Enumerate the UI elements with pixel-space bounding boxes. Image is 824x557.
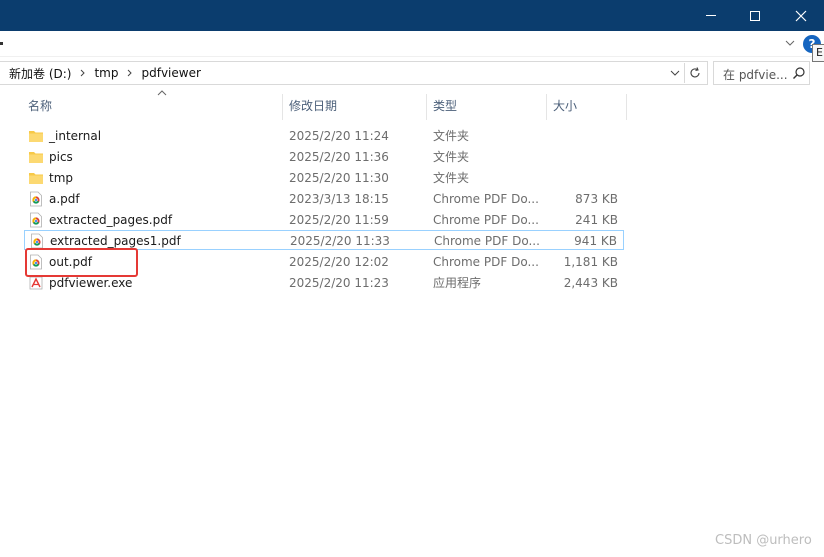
maximize-button[interactable]	[732, 0, 778, 31]
search-input[interactable]: 在 pdfvie...	[713, 61, 810, 85]
file-size: 241 KB	[575, 213, 618, 227]
file-type: 应用程序	[433, 276, 482, 290]
file-row[interactable]: a.pdf 2023/3/13 18:15 Chrome PDF Do... 873 …	[24, 189, 624, 209]
file-type: Chrome PDF Do...	[433, 213, 539, 227]
chevron-down-icon	[785, 40, 795, 46]
file-name[interactable]: a.pdf	[49, 189, 80, 209]
file-size: 941 KB	[574, 234, 617, 248]
breadcrumb: 新加卷 (D:) tmp pdfviewer	[9, 62, 201, 84]
file-row[interactable]: _internal 2025/2/20 11:24 文件夹	[24, 126, 624, 146]
file-name[interactable]: pics	[49, 147, 73, 167]
ribbon-expand-button[interactable]	[784, 36, 796, 50]
file-modified-date: 2025/2/20 11:23	[289, 276, 389, 290]
close-icon	[795, 10, 807, 21]
search-placeholder: 在 pdfvie...	[723, 68, 788, 82]
chrome-pdf-icon	[28, 191, 44, 207]
refresh-button[interactable]	[684, 63, 704, 83]
address-history-dropdown[interactable]	[668, 66, 682, 80]
folder-icon	[28, 149, 44, 165]
column-divider[interactable]	[426, 94, 427, 120]
file-name[interactable]: extracted_pages.pdf	[49, 210, 172, 230]
file-modified-date: 2025/2/20 11:33	[290, 234, 390, 248]
file-size: 873 KB	[575, 192, 618, 206]
breadcrumb-pdfviewer[interactable]: pdfviewer	[141, 66, 200, 80]
file-row[interactable]: pics 2025/2/20 11:36 文件夹	[24, 147, 624, 167]
file-size: 2,443 KB	[563, 276, 618, 290]
chrome-pdf-icon	[28, 212, 44, 228]
ribbon: ?	[0, 31, 824, 57]
file-type: 文件夹	[433, 150, 470, 164]
close-button[interactable]	[778, 0, 824, 31]
address-bar[interactable]: 新加卷 (D:) tmp pdfviewer	[0, 61, 708, 85]
file-type: Chrome PDF Do...	[433, 192, 539, 206]
column-divider[interactable]	[546, 94, 547, 120]
file-row[interactable]: extracted_pages.pdf 2025/2/20 11:59 Chrome…	[24, 210, 624, 230]
file-name[interactable]: _internal	[49, 126, 101, 146]
file-type: Chrome PDF Do...	[433, 255, 539, 269]
file-modified-date: 2025/2/20 11:24	[289, 129, 389, 143]
column-divider[interactable]	[282, 94, 283, 120]
column-header-size[interactable]: 大小	[553, 96, 577, 116]
navigation-pane[interactable]	[0, 90, 10, 557]
file-type: 文件夹	[433, 129, 470, 143]
minimize-icon	[706, 15, 716, 16]
file-modified-date: 2025/2/20 11:36	[289, 150, 389, 164]
column-header-date[interactable]: 修改日期	[289, 96, 337, 116]
breadcrumb-chevron-icon[interactable]	[80, 69, 86, 77]
minimize-button[interactable]	[688, 0, 734, 31]
breadcrumb-drive[interactable]: 新加卷 (D:)	[9, 65, 71, 82]
breadcrumb-tmp[interactable]: tmp	[94, 66, 118, 80]
column-divider[interactable]	[626, 94, 627, 120]
chevron-down-icon	[670, 70, 680, 76]
file-row[interactable]: extracted_pages1.pdf 2025/2/20 11:33 Chrom…	[24, 230, 624, 250]
watermark: CSDN @urhero	[715, 533, 812, 548]
file-type: Chrome PDF Do...	[434, 234, 540, 248]
file-row[interactable]: tmp 2025/2/20 11:30 文件夹	[24, 168, 624, 188]
exe-icon	[28, 275, 44, 291]
title-bar	[0, 0, 824, 31]
chrome-pdf-icon	[29, 233, 45, 249]
file-name[interactable]: tmp	[49, 168, 73, 188]
column-header-name[interactable]: 名称	[28, 96, 52, 116]
folder-icon	[28, 128, 44, 144]
ribbon-edge-mark	[0, 42, 3, 45]
refresh-icon	[690, 67, 700, 78]
file-list: 名称 修改日期 类型 大小 _internal 2025/2/20 11:24 文件…	[10, 90, 824, 557]
breadcrumb-chevron-icon[interactable]	[127, 69, 133, 77]
file-modified-date: 2025/2/20 12:02	[289, 255, 389, 269]
search-icon[interactable]	[792, 66, 806, 80]
file-modified-date: 2025/2/20 11:30	[289, 171, 389, 185]
file-size: 1,181 KB	[563, 255, 618, 269]
sort-ascending-icon	[156, 90, 168, 98]
file-modified-date: 2023/3/13 18:15	[289, 192, 389, 206]
highlight-annotation	[25, 248, 138, 277]
column-header-type[interactable]: 类型	[433, 96, 457, 116]
maximize-icon	[750, 10, 760, 21]
folder-icon	[28, 170, 44, 186]
help-tooltip: E	[812, 44, 824, 62]
file-type: 文件夹	[433, 171, 470, 185]
file-modified-date: 2025/2/20 11:59	[289, 213, 389, 227]
